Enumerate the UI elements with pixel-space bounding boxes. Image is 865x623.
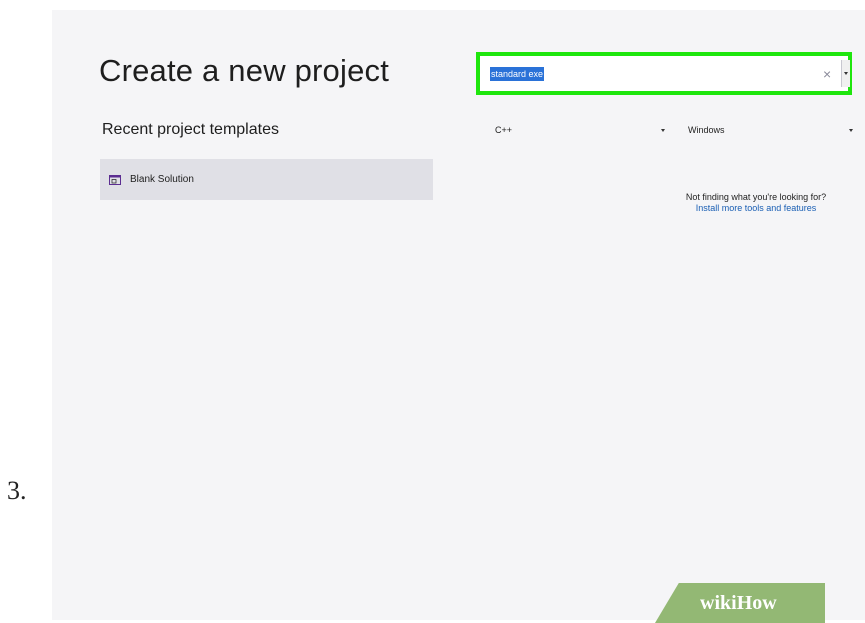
chevron-down-icon — [661, 128, 665, 132]
create-project-dialog: Create a new project Recent project temp… — [52, 10, 865, 620]
close-icon[interactable]: × — [823, 65, 831, 83]
recent-template-blank-solution[interactable]: Blank Solution — [100, 159, 433, 200]
recent-templates-heading: Recent project templates — [102, 121, 279, 138]
solution-icon — [109, 174, 121, 185]
step-number: 3. — [7, 476, 27, 505]
help-text: Not finding what you're looking for? — [685, 192, 827, 202]
search-input[interactable] — [491, 68, 821, 82]
language-filter-label: C++ — [495, 125, 513, 135]
page-title: Create a new project — [99, 53, 390, 88]
search-box: standard exe × — [476, 52, 852, 95]
language-filter-dropdown[interactable]: C++ — [495, 119, 665, 141]
platform-filter-label: Windows — [688, 125, 725, 135]
help-panel: Not finding what you're looking for? Ins… — [656, 192, 856, 214]
chevron-down-icon — [844, 72, 848, 75]
recent-template-label: Blank Solution — [130, 174, 194, 185]
platform-filter-dropdown[interactable]: Windows — [688, 119, 853, 141]
chevron-down-icon — [849, 128, 853, 132]
wikihow-watermark: wikiHow — [655, 583, 825, 623]
search-history-dropdown[interactable] — [841, 60, 850, 87]
install-tools-link[interactable]: Install more tools and features — [656, 203, 856, 214]
wikihow-logo: wikiHow — [700, 592, 777, 614]
